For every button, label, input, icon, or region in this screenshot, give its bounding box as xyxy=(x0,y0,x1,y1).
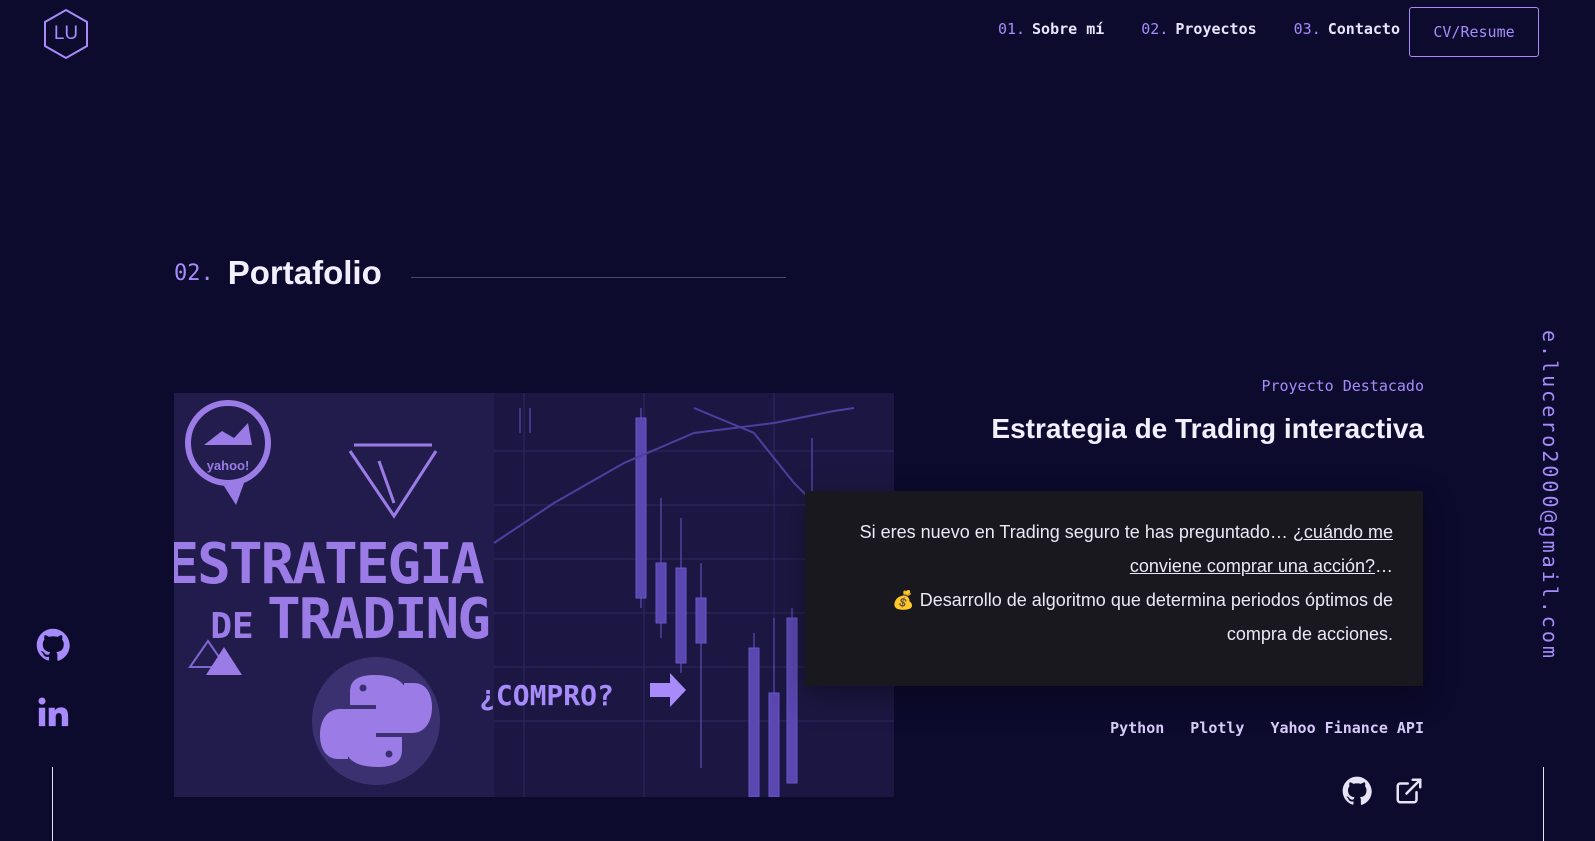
social-links xyxy=(36,628,70,762)
external-link-icon[interactable] xyxy=(1394,776,1424,806)
python-logo-icon xyxy=(312,657,440,785)
nav-num: 02. xyxy=(1141,20,1169,38)
project-image[interactable]: yahoo! ESTRATEGIA DE TRADING ¿COMPRO? xyxy=(174,393,894,797)
nav-num: 01. xyxy=(997,20,1026,38)
project-thumbnail: yahoo! ESTRATEGIA DE TRADING ¿COMPRO? xyxy=(174,393,894,797)
description-intro: Si eres nuevo en Trading seguro te has p… xyxy=(859,522,1293,542)
nav-num: 03. xyxy=(1293,20,1321,38)
description-detail: Desarrollo de algoritmo que determina pe… xyxy=(914,590,1393,644)
nav-item-about[interactable]: 01. Sobre mí xyxy=(998,20,1104,38)
section-number: 02. xyxy=(174,260,214,286)
resume-button[interactable]: CV/Resume xyxy=(1409,7,1539,57)
image-title-prefix: DE xyxy=(210,606,253,647)
linkedin-icon[interactable] xyxy=(36,695,70,729)
money-bag-icon: 💰 xyxy=(892,590,915,610)
tech-list: Python Plotly Yahoo Finance API xyxy=(1110,719,1424,737)
section-heading: 02. Portafolio xyxy=(174,254,382,292)
nav-item-contact[interactable]: 03. Contacto xyxy=(1294,20,1400,38)
project-description: Si eres nuevo en Trading seguro te has p… xyxy=(805,491,1423,686)
image-callout-text: ¿COMPRO? xyxy=(479,679,614,712)
section-title: Portafolio xyxy=(227,254,382,291)
tech-item: Python xyxy=(1110,719,1165,737)
description-ellipsis: … xyxy=(1375,556,1393,576)
email-link[interactable]: e.lucero2000@gmail.com xyxy=(1528,330,1562,661)
nav-label: Proyectos xyxy=(1175,20,1257,38)
side-line-left xyxy=(52,767,53,841)
badge-text: yahoo! xyxy=(207,458,250,473)
main-nav: 01. Sobre mí 02. Proyectos 03. Contacto xyxy=(998,20,1400,38)
section-divider xyxy=(411,277,786,278)
project-overline: Proyecto Destacado xyxy=(1261,377,1424,395)
logo-text: LU xyxy=(53,23,79,44)
github-icon[interactable] xyxy=(1342,776,1372,806)
image-title-line2: TRADING xyxy=(267,587,489,652)
side-line-right xyxy=(1543,767,1544,841)
project-title[interactable]: Estrategia de Trading interactiva xyxy=(991,413,1424,445)
nav-label: Sobre mí xyxy=(1032,20,1105,38)
logo[interactable]: LU xyxy=(42,8,90,60)
tech-item: Plotly xyxy=(1190,719,1245,737)
nav-label: Contacto xyxy=(1327,20,1400,38)
github-icon[interactable] xyxy=(36,628,70,662)
tech-item: Yahoo Finance API xyxy=(1270,719,1424,737)
nav-item-projects[interactable]: 02. Proyectos xyxy=(1141,20,1256,38)
project-links xyxy=(1342,776,1424,806)
